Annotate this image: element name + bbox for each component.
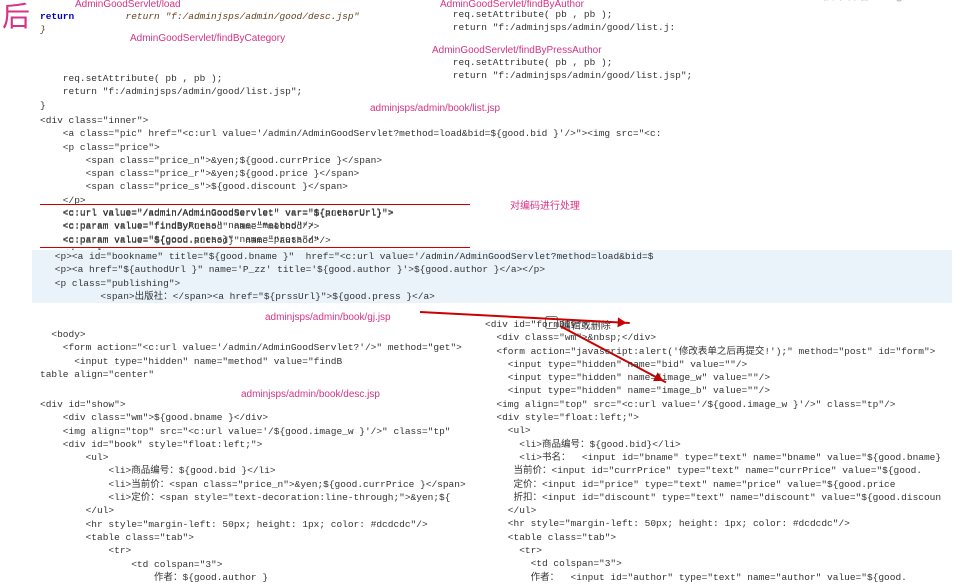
divider-2 bbox=[40, 247, 470, 248]
code-body-form: <body> <form action="<c:url value='/admi… bbox=[40, 328, 480, 381]
code-links-block: <p><a id="bookname" title="${good.bname … bbox=[32, 250, 952, 303]
code-mid-left: req.setAttribute( pb , pb ); return "f:/… bbox=[40, 72, 540, 112]
code-top-right: req.setAttribute( pb , pb ); return "f:/… bbox=[430, 8, 930, 35]
note-gjjsp: adminjsps/admin/book/gj.jsp bbox=[265, 311, 391, 325]
divider-1 bbox=[40, 204, 470, 205]
watermark: 51CTO.com 技术博客 Blog bbox=[823, 0, 954, 2]
code-right-form: <div id="formDiv"> <div class="wm">&nbsp… bbox=[485, 318, 955, 584]
watermark-sub: 技术博客 Blog bbox=[823, 0, 954, 2]
code-show-div: <div id="show"> <div class="wm">${good.b… bbox=[40, 398, 480, 584]
code-top-left: return return "f:/adminjsps/admin/good/d… bbox=[40, 10, 440, 37]
page-corner-char: 后 bbox=[2, 0, 30, 37]
